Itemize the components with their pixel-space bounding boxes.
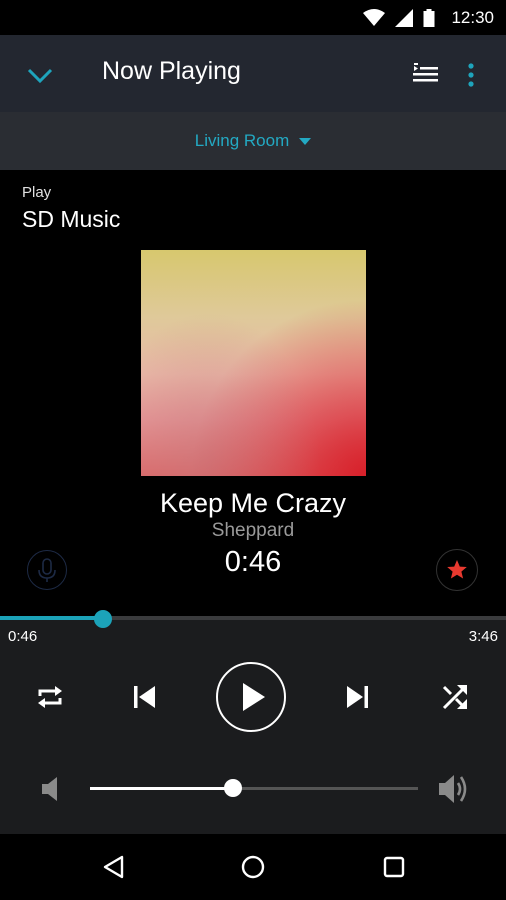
voice-search-button[interactable] — [27, 550, 67, 590]
recents-icon[interactable] — [381, 854, 407, 880]
signal-icon — [395, 8, 414, 27]
track-title: Keep Me Crazy — [159, 488, 347, 518]
album-art — [141, 250, 366, 476]
skip-previous-icon — [134, 686, 155, 708]
play-button[interactable] — [216, 662, 286, 732]
more-vert-icon[interactable] — [464, 61, 478, 89]
mute-button[interactable] — [35, 772, 65, 806]
back-icon[interactable] — [101, 854, 127, 880]
source-name: SD Music — [22, 206, 121, 232]
repeat-button[interactable] — [33, 680, 67, 714]
status-bar: 12:30 — [0, 0, 506, 35]
star-icon — [446, 559, 467, 578]
home-icon[interactable] — [240, 854, 266, 880]
track-artist: Sheppard — [211, 520, 295, 541]
shuffle-icon — [442, 685, 467, 710]
next-track-button[interactable] — [341, 680, 375, 714]
dropdown-caret-icon — [299, 137, 312, 145]
room-selector[interactable]: Living Room — [0, 112, 506, 170]
app-bar: Now Playing — [0, 35, 506, 112]
elapsed-time: 0:46 — [8, 628, 38, 645]
chevron-down-icon[interactable] — [24, 59, 56, 91]
source-caption: Play — [22, 184, 52, 201]
volume-mute-icon — [42, 777, 57, 801]
progress-thumb[interactable] — [94, 610, 112, 628]
repeat-icon — [38, 686, 62, 708]
volume-up-icon — [439, 775, 467, 803]
system-navigation-bar — [0, 834, 506, 900]
skip-next-icon — [347, 686, 368, 708]
track-time-display: 0:46 — [224, 546, 282, 578]
total-duration: 3:46 — [468, 628, 498, 645]
status-time: 12:30 — [451, 7, 494, 27]
volume-fill — [90, 787, 233, 790]
favorite-button[interactable] — [436, 549, 478, 591]
play-icon — [243, 683, 265, 711]
room-selector-label: Living Room — [194, 131, 290, 150]
microphone-icon — [37, 557, 56, 582]
page-title: Now Playing — [102, 57, 241, 85]
progress-fill — [0, 616, 103, 620]
queue-list-icon[interactable] — [410, 61, 440, 87]
volume-thumb[interactable] — [224, 779, 242, 797]
previous-track-button[interactable] — [127, 680, 161, 714]
battery-icon — [423, 8, 435, 27]
volume-up-button[interactable] — [434, 770, 474, 808]
shuffle-button[interactable] — [438, 680, 472, 714]
wifi-icon — [363, 8, 386, 26]
